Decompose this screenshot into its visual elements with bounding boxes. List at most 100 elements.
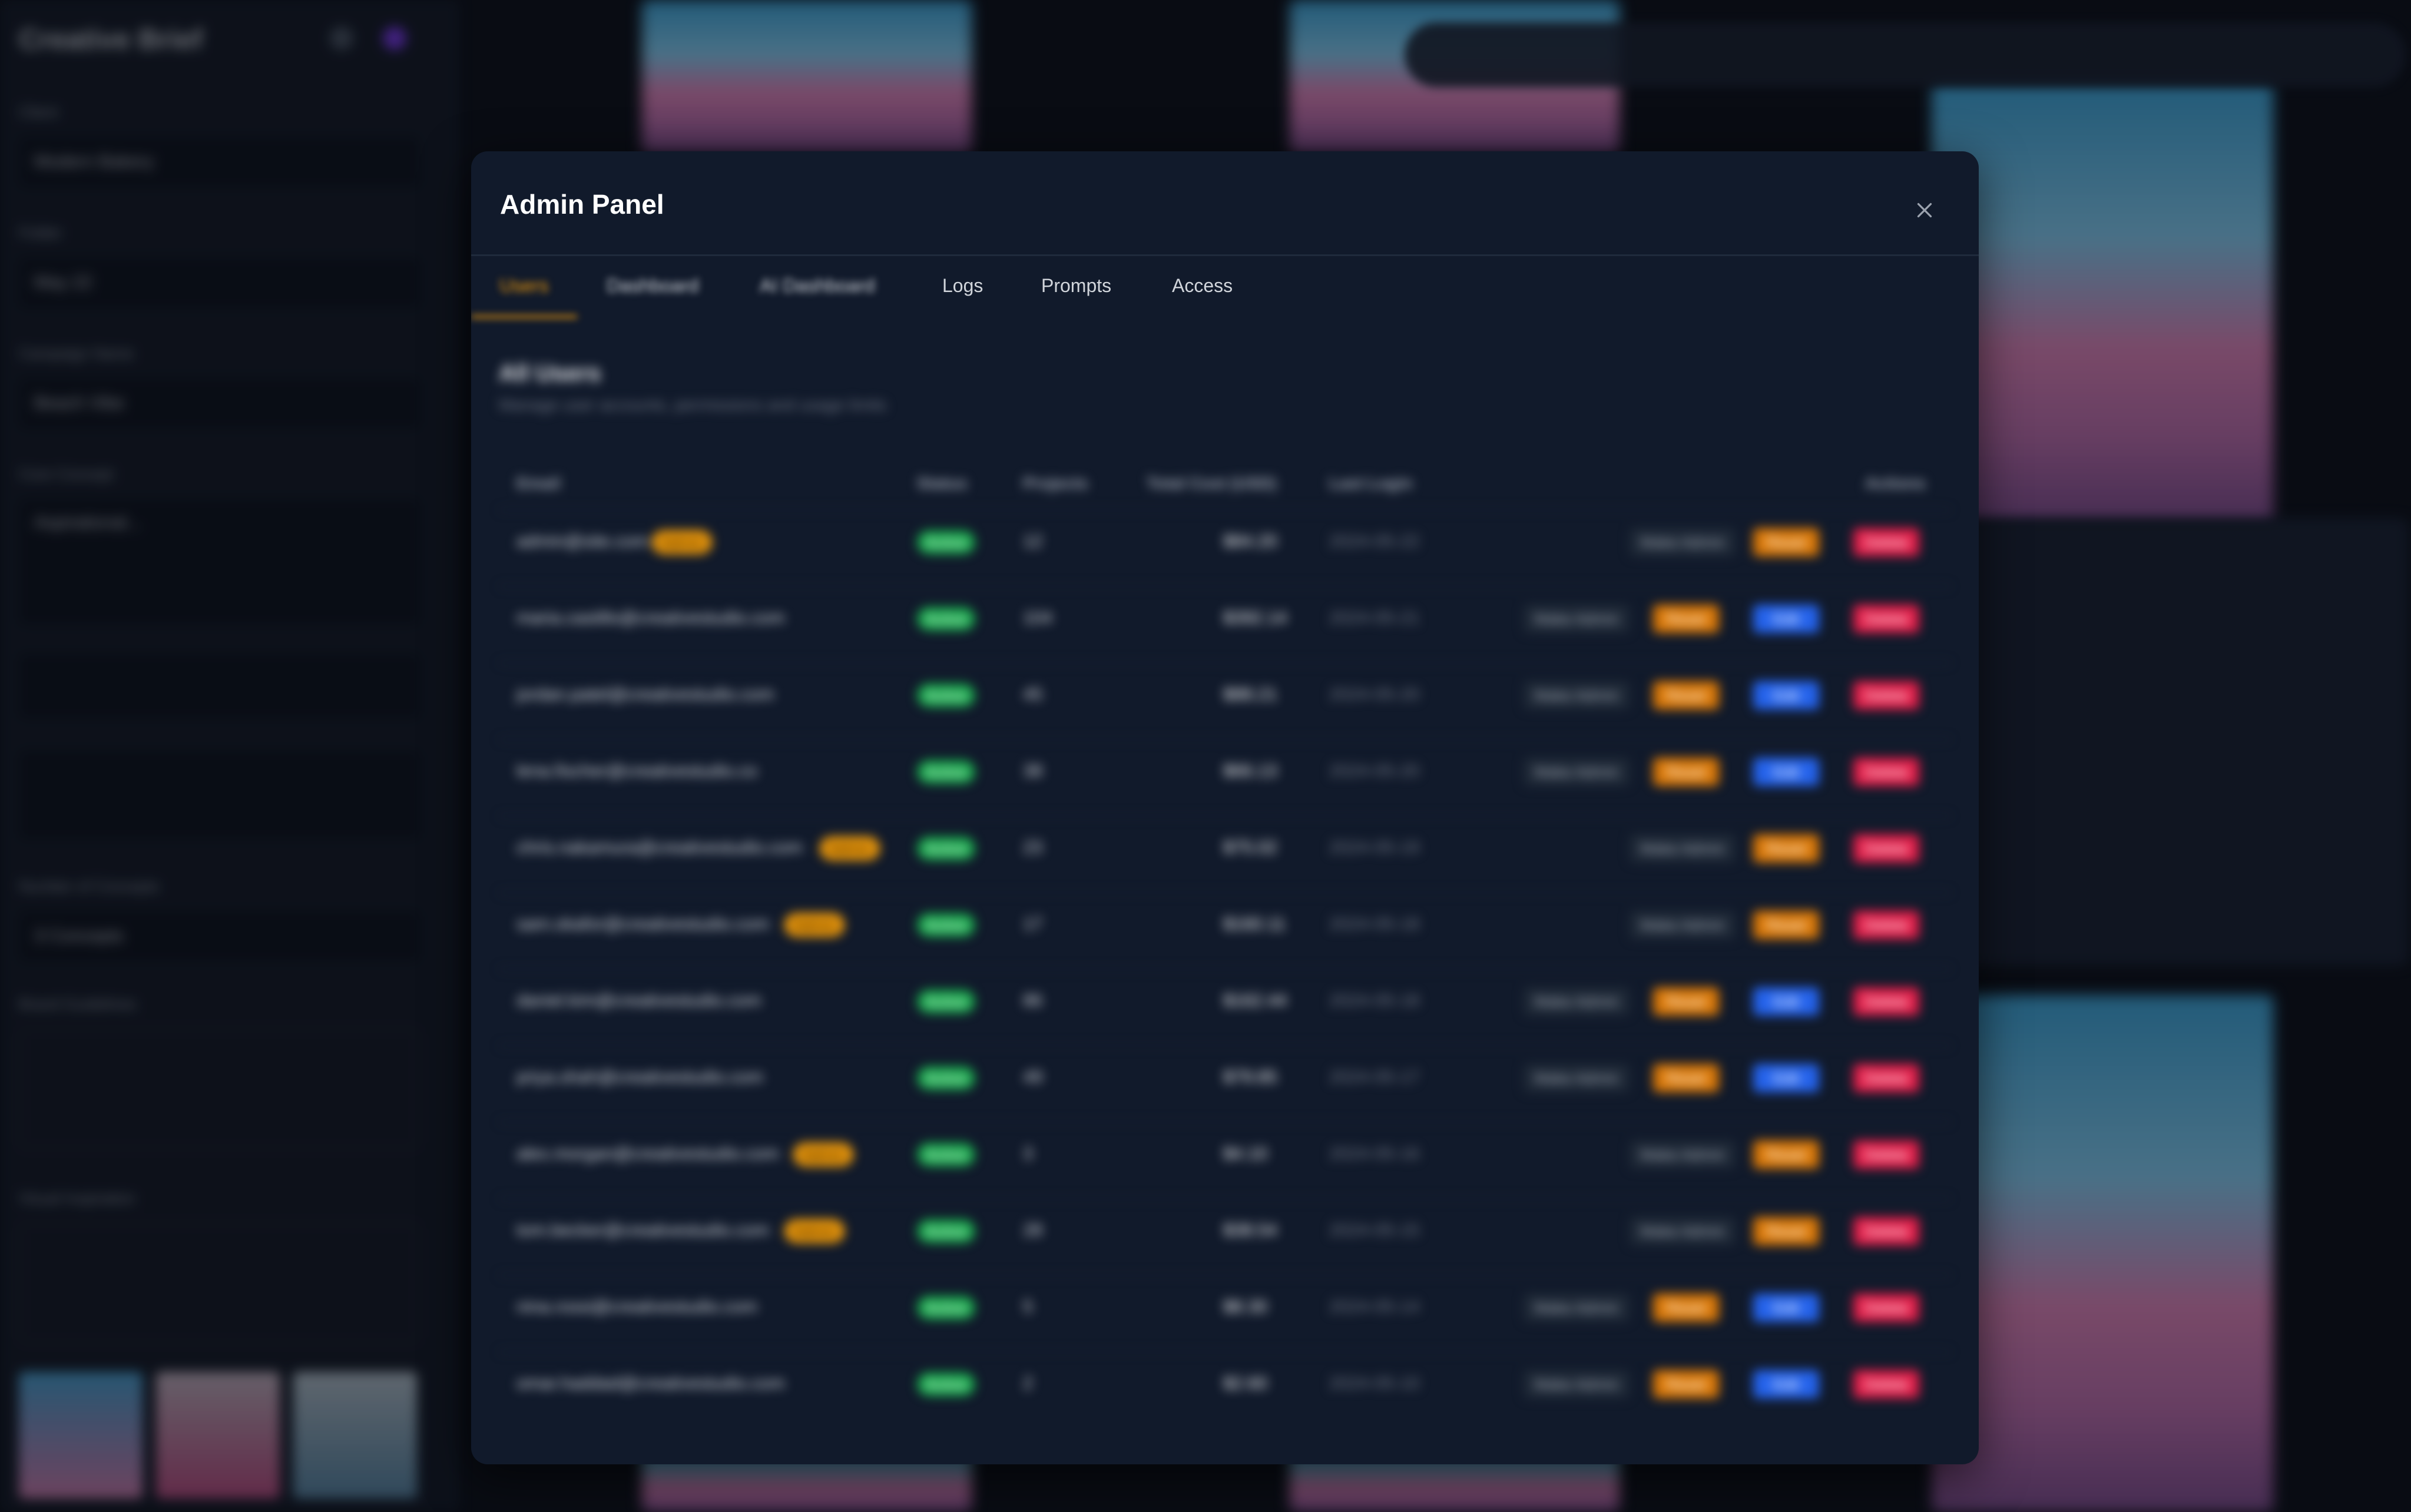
- delete-button[interactable]: Delete: [1853, 911, 1919, 939]
- make-admin-button[interactable]: Make Admin: [1524, 1370, 1630, 1398]
- section-subtitle: Manage user accounts, permissions and us…: [499, 396, 887, 414]
- last-login: 2024-05-10: [1329, 1374, 1420, 1393]
- total-cost: $2.60: [1223, 1374, 1268, 1393]
- edit-button[interactable]: Edit: [1753, 1370, 1819, 1398]
- delete-button[interactable]: Delete: [1853, 528, 1919, 556]
- make-admin-button[interactable]: Make Admin: [1524, 758, 1630, 786]
- reset-button[interactable]: Reset: [1753, 834, 1819, 863]
- edit-button[interactable]: Edit: [1753, 1064, 1819, 1092]
- user-email: nina.rossi@creativestudio.com: [516, 1297, 757, 1317]
- reset-button[interactable]: Reset: [1653, 1370, 1719, 1398]
- admin-badge: Admin: [784, 1219, 844, 1243]
- total-cost: $66.13: [1223, 761, 1277, 781]
- status-badge: Active: [917, 684, 975, 707]
- users-panel: All Users Manage user accounts, permissi…: [471, 319, 1979, 1464]
- make-admin-button[interactable]: Make Admin: [1524, 1064, 1630, 1092]
- reset-button[interactable]: Reset: [1753, 528, 1819, 556]
- user-email: admin@site.com: [516, 532, 648, 551]
- table-row: maria.castillo@creativestudio.com Active 1…: [499, 586, 1951, 658]
- delete-button[interactable]: Delete: [1853, 1294, 1919, 1322]
- make-admin-button[interactable]: Make Admin: [1524, 681, 1630, 709]
- tab-logs[interactable]: Logs: [942, 256, 983, 315]
- delete-button[interactable]: Delete: [1853, 987, 1919, 1016]
- admin-badge: Admin: [793, 1143, 853, 1166]
- reset-button[interactable]: Reset: [1653, 1294, 1719, 1322]
- project-count: 45: [1023, 685, 1043, 704]
- delete-button[interactable]: Delete: [1853, 681, 1919, 709]
- remove-admin-button[interactable]: Make Admin: [1630, 1140, 1736, 1169]
- reset-button[interactable]: Reset: [1753, 911, 1819, 939]
- status-badge: Active: [917, 990, 975, 1013]
- modal-title: Admin Panel: [500, 189, 664, 220]
- table-row: omar.haddad@creativestudio.com Active 2 $2.…: [499, 1351, 1951, 1423]
- remove-admin-button[interactable]: Make Admin: [1630, 528, 1736, 556]
- delete-button[interactable]: Delete: [1853, 1064, 1919, 1092]
- total-cost: $8.30: [1223, 1297, 1268, 1317]
- remove-admin-button[interactable]: Make Admin: [1630, 1217, 1736, 1245]
- make-admin-button[interactable]: Make Admin: [1524, 1294, 1630, 1322]
- make-admin-button[interactable]: Make Admin: [1524, 987, 1630, 1016]
- table-row: nina.rossi@creativestudio.com Active 5 $8.3…: [499, 1275, 1951, 1347]
- reset-button[interactable]: Reset: [1653, 605, 1719, 633]
- reset-button[interactable]: Reset: [1653, 987, 1719, 1016]
- table-row: tom.becker@creativestudio.com Admin Active…: [499, 1198, 1951, 1270]
- user-email: lena.fischer@creativestudio.co: [516, 761, 757, 781]
- delete-button[interactable]: Delete: [1853, 1140, 1919, 1169]
- last-login: 2024-05-18: [1329, 991, 1420, 1010]
- reset-button[interactable]: Reset: [1753, 1217, 1819, 1245]
- table-row: alex.morgan@creativestudio.com Admin Activ…: [499, 1122, 1951, 1193]
- close-icon: [1917, 203, 1932, 218]
- reset-button[interactable]: Reset: [1753, 1140, 1819, 1169]
- delete-button[interactable]: Delete: [1853, 1217, 1919, 1245]
- table-row: lena.fischer@creativestudio.co Active 38 $6…: [499, 739, 1951, 811]
- edit-button[interactable]: Edit: [1753, 1294, 1819, 1322]
- status-badge: Active: [917, 913, 975, 937]
- last-login: 2024-05-20: [1329, 761, 1420, 781]
- reset-button[interactable]: Reset: [1653, 1064, 1719, 1092]
- total-cost: $38.54: [1223, 1221, 1277, 1240]
- total-cost: $84.20: [1223, 532, 1277, 551]
- delete-button[interactable]: Delete: [1853, 834, 1919, 863]
- edit-button[interactable]: Edit: [1753, 758, 1819, 786]
- tab-dashboard[interactable]: Dashboard: [607, 256, 699, 315]
- tab-access[interactable]: Access: [1172, 256, 1233, 315]
- status-badge: Active: [917, 760, 975, 784]
- remove-admin-button[interactable]: Make Admin: [1630, 834, 1736, 863]
- edit-button[interactable]: Edit: [1753, 681, 1819, 709]
- total-cost: $160.11: [1223, 914, 1286, 934]
- tab-ai-dashboard[interactable]: AI Dashboard: [760, 256, 875, 315]
- make-admin-button[interactable]: Make Admin: [1524, 605, 1630, 633]
- project-count: 5: [1023, 1297, 1033, 1317]
- project-count: 17: [1023, 914, 1043, 934]
- table-row: jordan.patel@creativestudio.com Active 45 $…: [499, 662, 1951, 734]
- tab-users[interactable]: Users: [499, 256, 549, 315]
- section-title: All Users: [499, 360, 601, 386]
- tab-prompts[interactable]: Prompts: [1041, 256, 1111, 315]
- user-email: jordan.patel@creativestudio.com: [516, 685, 774, 704]
- project-count: 3: [1023, 1144, 1033, 1163]
- admin-badge: Admin: [820, 837, 880, 860]
- modal-header: Admin Panel: [471, 151, 1979, 256]
- total-cost: $162.44: [1223, 991, 1287, 1010]
- edit-button[interactable]: Edit: [1753, 987, 1819, 1016]
- admin-badge: Admin: [784, 913, 844, 937]
- delete-button[interactable]: Delete: [1853, 1370, 1919, 1398]
- delete-button[interactable]: Delete: [1853, 758, 1919, 786]
- column-header: Actions: [1865, 474, 1926, 492]
- status-badge: Active: [917, 607, 975, 631]
- close-button[interactable]: [1908, 194, 1941, 227]
- table-row: priya.shah@creativestudio.com Active 49 $79…: [499, 1045, 1951, 1117]
- column-header: Email: [516, 474, 561, 492]
- user-email: omar.haddad@creativestudio.com: [516, 1374, 785, 1393]
- project-count: 2: [1023, 1374, 1033, 1393]
- project-count: 23: [1023, 838, 1043, 857]
- reset-button[interactable]: Reset: [1653, 681, 1719, 709]
- edit-button[interactable]: Edit: [1753, 605, 1819, 633]
- last-login: 2024-05-17: [1329, 1067, 1420, 1087]
- status-badge: Active: [917, 1066, 975, 1090]
- project-count: 49: [1023, 1067, 1043, 1087]
- reset-button[interactable]: Reset: [1653, 758, 1719, 786]
- remove-admin-button[interactable]: Make Admin: [1630, 911, 1736, 939]
- status-badge: Active: [917, 837, 975, 860]
- delete-button[interactable]: Delete: [1853, 605, 1919, 633]
